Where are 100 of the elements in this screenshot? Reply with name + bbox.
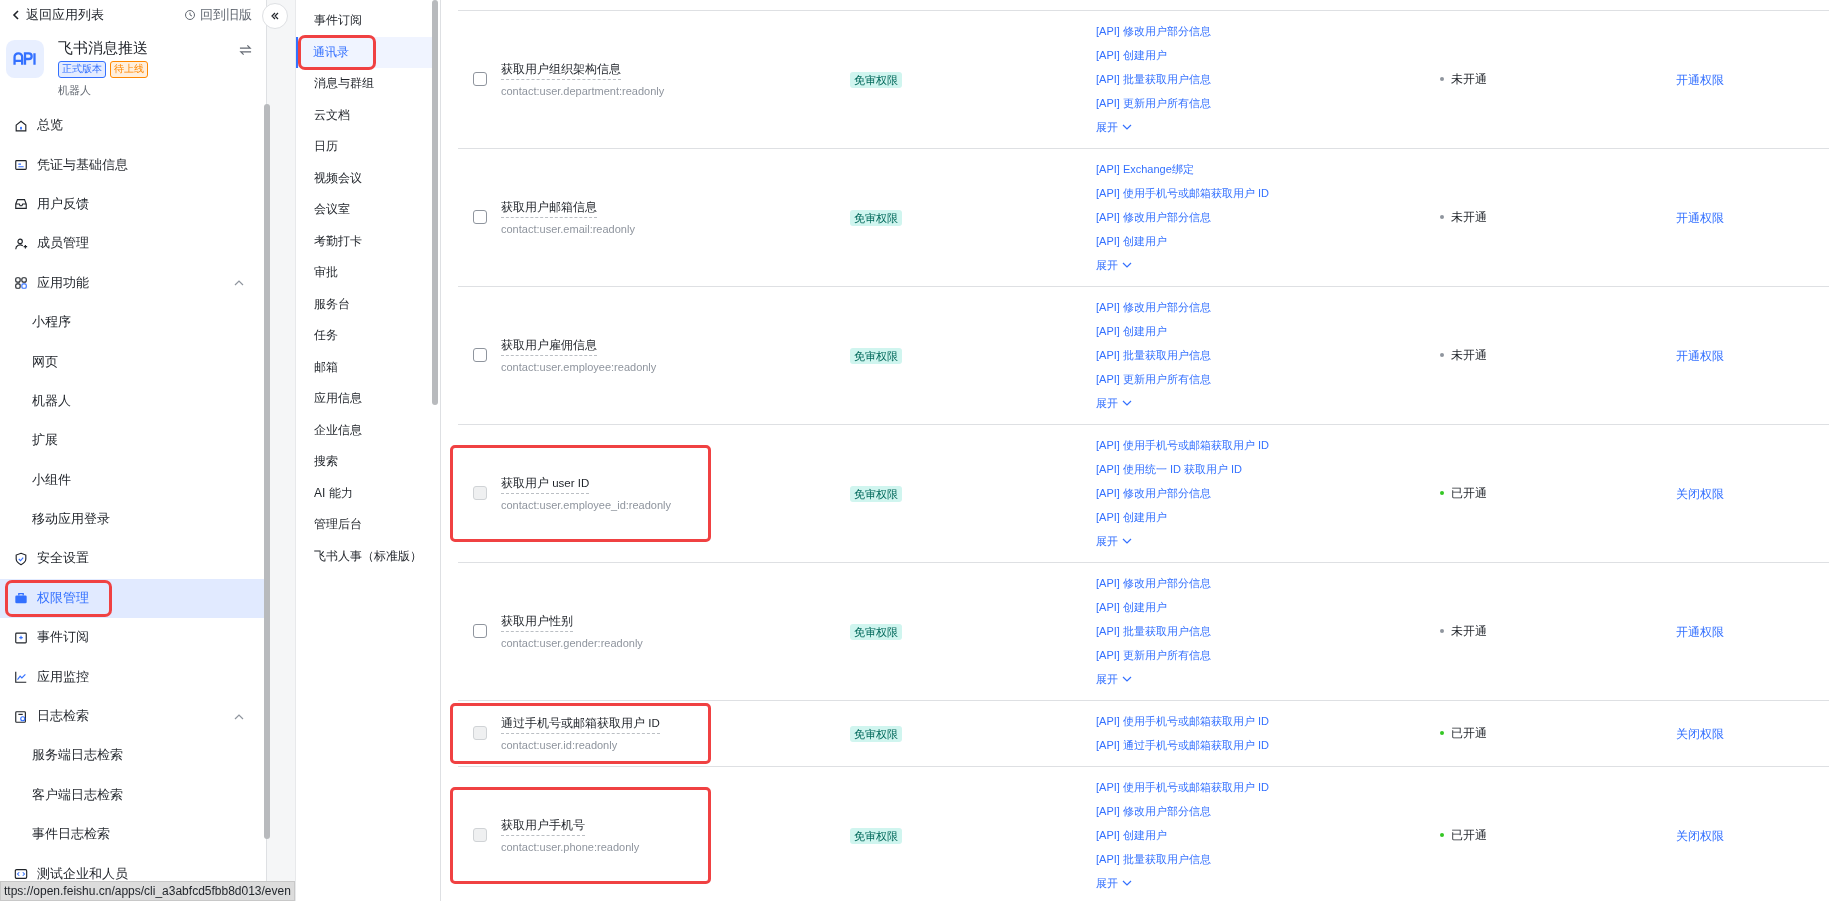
old-version-link[interactable]: 回到旧版 — [184, 6, 252, 24]
sidebar-item[interactable]: 日志检索 — [0, 696, 266, 737]
category-item[interactable]: 消息与群组 — [296, 68, 432, 100]
category-item[interactable]: 考勤打卡 — [296, 225, 432, 257]
api-link[interactable]: [API] 修改用户部分信息 — [1096, 295, 1426, 319]
log-search-icon — [14, 709, 28, 724]
category-item[interactable]: 会议室 — [296, 194, 432, 226]
permission-scope: contact:user.email:readonly — [501, 222, 635, 235]
expand-link[interactable]: 展开 — [1096, 667, 1426, 691]
permission-action-link[interactable]: 开通权限 — [1676, 626, 1724, 638]
api-link[interactable]: [API] 使用手机号或邮箱获取用户 ID — [1096, 181, 1426, 205]
api-link[interactable]: [API] 批量获取用户信息 — [1096, 67, 1426, 91]
category-item[interactable]: 搜索 — [296, 446, 432, 478]
code-icon — [14, 867, 28, 882]
chevron-down-icon — [1122, 538, 1132, 544]
permission-action-link[interactable]: 开通权限 — [1676, 212, 1724, 224]
category-item[interactable]: 服务台 — [296, 288, 432, 320]
chevron-down-icon — [1122, 880, 1132, 886]
api-link[interactable]: [API] 创建用户 — [1096, 595, 1426, 619]
sidebar-item[interactable]: 成员管理 — [0, 224, 266, 264]
api-link[interactable]: [API] 创建用户 — [1096, 43, 1426, 67]
category-item[interactable]: 任务 — [296, 320, 432, 352]
home-icon — [14, 118, 28, 133]
category-item[interactable]: 审批 — [296, 257, 432, 289]
api-link[interactable]: [API] 修改用户部分信息 — [1096, 205, 1426, 229]
permission-tag: 免审权限 — [850, 348, 902, 364]
permission-action-link[interactable]: 开通权限 — [1676, 350, 1724, 362]
sidebar-item[interactable]: 应用监控 — [0, 657, 266, 697]
sidebar-item[interactable]: 总览 — [0, 106, 266, 146]
sidebar-subitem[interactable]: 客户端日志检索 — [0, 775, 266, 816]
status-tag: 待上线 — [110, 61, 148, 78]
scrollbar[interactable] — [432, 0, 438, 405]
status-text: 未开通 — [1451, 347, 1487, 363]
permission-scope: contact:user.employee_id:readonly — [501, 498, 671, 511]
expand-link[interactable]: 展开 — [1096, 115, 1426, 139]
sidebar-item[interactable]: 用户反馈 — [0, 184, 266, 225]
switch-icon[interactable] — [239, 44, 252, 56]
api-link[interactable]: [API] 批量获取用户信息 — [1096, 619, 1426, 643]
api-link[interactable]: [API] 批量获取用户信息 — [1096, 343, 1426, 367]
permission-scope: contact:user.phone:readonly — [501, 840, 640, 853]
category-item[interactable]: 视频会议 — [296, 162, 432, 194]
permission-tag: 免审权限 — [850, 486, 902, 502]
checkbox[interactable] — [472, 624, 487, 638]
permission-scope: contact:user.employee:readonly — [501, 360, 657, 373]
permission-tag: 免审权限 — [850, 726, 902, 742]
sidebar-item[interactable]: 事件订阅 — [0, 618, 266, 658]
category-item[interactable]: AI 能力 — [296, 477, 432, 509]
permission-action-link[interactable]: 开通权限 — [1676, 74, 1724, 86]
api-link[interactable]: [API] 修改用户部分信息 — [1096, 571, 1426, 595]
api-link[interactable]: [API] 更新用户所有信息 — [1096, 643, 1426, 667]
status-text: 已开通 — [1451, 485, 1487, 501]
double-chevron-icon — [269, 10, 281, 22]
app-type: 机器人 — [58, 83, 92, 98]
expand-link[interactable]: 展开 — [1096, 391, 1426, 415]
category-item[interactable]: 管理后台 — [296, 509, 432, 541]
permission-tag: 免审权限 — [850, 72, 902, 88]
status-text: 未开通 — [1451, 623, 1487, 639]
permission-name: 获取用户邮箱信息 — [501, 199, 597, 218]
category-item[interactable]: 飞书人事（标准版） — [296, 540, 432, 572]
checkbox[interactable] — [472, 348, 487, 362]
checkbox[interactable] — [472, 210, 487, 224]
api-link[interactable]: [API] 创建用户 — [1096, 229, 1426, 253]
api-link[interactable]: [API] 修改用户部分信息 — [1096, 19, 1426, 43]
briefcase-icon — [14, 591, 28, 606]
category-item[interactable]: 应用信息 — [296, 383, 432, 415]
api-link[interactable]: [API] 更新用户所有信息 — [1096, 367, 1426, 391]
api-link[interactable]: [API] Exchange绑定 — [1096, 157, 1426, 181]
expand-link[interactable]: 展开 — [1096, 253, 1426, 277]
id-card-icon — [14, 158, 28, 173]
api-link[interactable]: [API] 更新用户所有信息 — [1096, 91, 1426, 115]
sidebar-subitem[interactable]: 事件日志检索 — [0, 815, 266, 855]
sidebar-subitem[interactable]: 小程序 — [0, 302, 266, 343]
category-item[interactable]: 企业信息 — [296, 414, 432, 446]
category-item[interactable]: 通讯录 — [296, 36, 432, 68]
scrollbar[interactable] — [264, 104, 270, 839]
back-link[interactable]: 返回应用列表 — [10, 6, 104, 24]
permission-name: 获取用户组织架构信息 — [501, 61, 621, 80]
category-item[interactable]: 云文档 — [296, 99, 432, 131]
category-item[interactable]: 日历 — [296, 131, 432, 163]
sidebar-item[interactable]: 凭证与基础信息 — [0, 145, 266, 185]
chart-icon — [14, 670, 28, 685]
category-item[interactable]: 事件订阅 — [296, 5, 432, 37]
grid-icon — [14, 276, 28, 291]
checkbox[interactable] — [472, 72, 487, 86]
sidebar-subitem[interactable]: 移动应用登录 — [0, 499, 266, 540]
chevron-left-icon — [10, 9, 22, 21]
sidebar-subitem[interactable]: 扩展 — [0, 421, 266, 461]
sidebar-subitem[interactable]: 服务端日志检索 — [0, 736, 266, 776]
status-text: 未开通 — [1451, 71, 1487, 87]
sidebar-subitem[interactable]: 机器人 — [0, 381, 266, 422]
category-item[interactable]: 邮箱 — [296, 351, 432, 383]
sidebar-item[interactable]: 应用功能 — [0, 263, 266, 303]
sidebar-item[interactable]: 安全设置 — [0, 539, 266, 579]
sidebar-subitem[interactable]: 小组件 — [0, 460, 266, 500]
status-tag: 正式版本 — [58, 61, 106, 78]
chevron-down-icon — [1122, 124, 1132, 130]
sidebar-item[interactable]: 权限管理 — [0, 578, 266, 619]
permission-scope: contact:user.department:readonly — [501, 84, 665, 97]
sidebar-subitem[interactable]: 网页 — [0, 342, 266, 382]
api-link[interactable]: [API] 创建用户 — [1096, 319, 1426, 343]
